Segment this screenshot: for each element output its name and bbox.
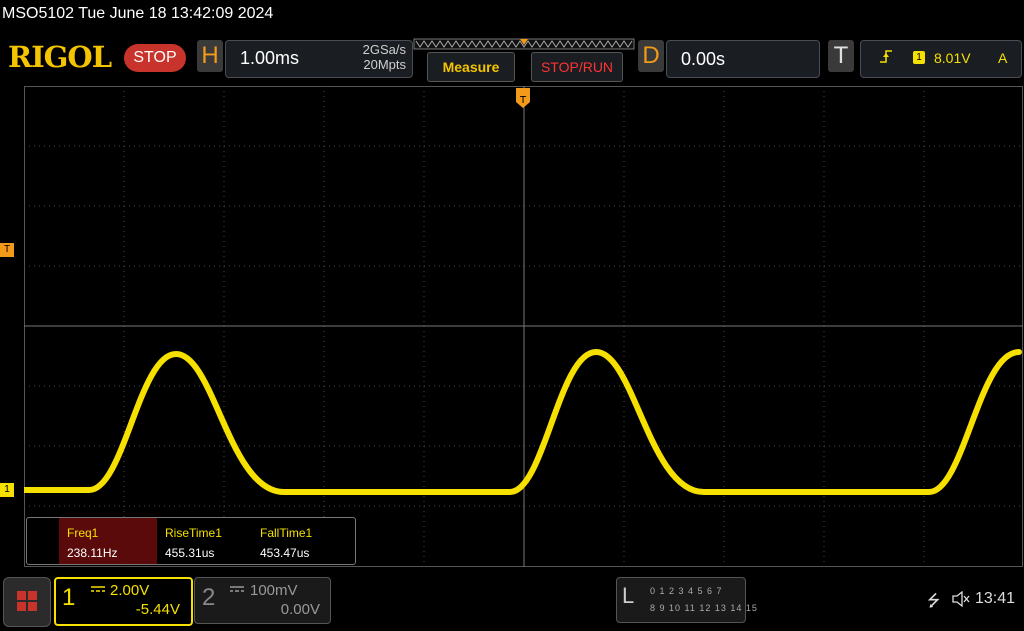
measurement-value: 453.47us <box>260 546 310 560</box>
la-channels-high: 8 9 10 11 12 13 14 15 <box>650 603 758 613</box>
trigger-level: 8.01V <box>934 50 971 66</box>
measurement-table[interactable]: Freq1 238.11Hz RiseTime1 455.31us FallTi… <box>26 517 356 565</box>
clock: 13:41 <box>975 590 1016 607</box>
acquisition-info: 2GSa/s 20Mpts <box>336 42 406 72</box>
measurement-item[interactable]: FallTime1 453.47us <box>252 518 352 564</box>
trigger-source-badge: 1 <box>913 51 925 64</box>
horizontal-button[interactable]: H <box>197 40 223 72</box>
dc-coupling-icon <box>91 586 105 592</box>
rigol-logo: RIGOL <box>8 40 112 74</box>
ch2-offset: 0.00V <box>280 601 320 618</box>
la-channels-low: 0 1 2 3 4 5 6 7 <box>650 586 723 596</box>
speaker-mute-icon[interactable] <box>952 591 970 607</box>
window-title: MSO5102 Tue June 18 13:42:09 2024 <box>2 5 274 22</box>
svg-text:T: T <box>519 95 527 106</box>
trigger-mode: A <box>998 50 1008 66</box>
ch2-scale: 100mV <box>250 582 298 599</box>
menu-button[interactable] <box>3 577 51 627</box>
rising-edge-icon <box>880 50 892 63</box>
ch2-number: 2 <box>202 584 216 611</box>
measurement-name: FallTime1 <box>260 526 313 540</box>
timebase-value: 1.00ms <box>240 48 300 68</box>
delay-button[interactable]: D <box>638 40 664 72</box>
measurement-name: Freq1 <box>67 526 99 540</box>
trigger-button[interactable]: T <box>828 40 854 72</box>
la-label: L <box>622 583 635 608</box>
usb-icon: ⭍ <box>927 593 941 610</box>
memory-depth: 20Mpts <box>363 57 406 72</box>
measurement-item[interactable]: Freq1 238.11Hz <box>59 518 157 564</box>
trigger-position-marker[interactable]: T <box>516 88 530 110</box>
measurement-value: 238.11Hz <box>67 546 118 560</box>
memory-position-bar <box>413 38 635 50</box>
measurement-value: 455.31us <box>165 546 215 560</box>
measurement-name: RiseTime1 <box>165 526 222 540</box>
dc-coupling-icon <box>230 586 244 592</box>
sample-rate: 2GSa/s <box>362 42 406 57</box>
ch1-number: 1 <box>62 584 76 611</box>
menu-grid-icon <box>17 591 37 611</box>
ch1-offset: -5.44V <box>135 601 180 618</box>
ch1-waveform <box>24 348 1022 495</box>
measure-button[interactable]: Measure <box>427 52 515 82</box>
trigger-level-marker[interactable]: T <box>0 243 14 257</box>
run-state-badge[interactable]: STOP <box>124 44 186 72</box>
stop-run-button[interactable]: STOP/RUN <box>531 52 623 82</box>
delay-value: 0.00s <box>681 49 726 69</box>
measurement-item[interactable]: RiseTime1 455.31us <box>157 518 252 564</box>
ch1-scale: 2.00V <box>110 582 150 599</box>
logic-analyzer-settings[interactable] <box>616 577 746 623</box>
ch1-offset-marker[interactable]: 1 <box>0 483 14 497</box>
